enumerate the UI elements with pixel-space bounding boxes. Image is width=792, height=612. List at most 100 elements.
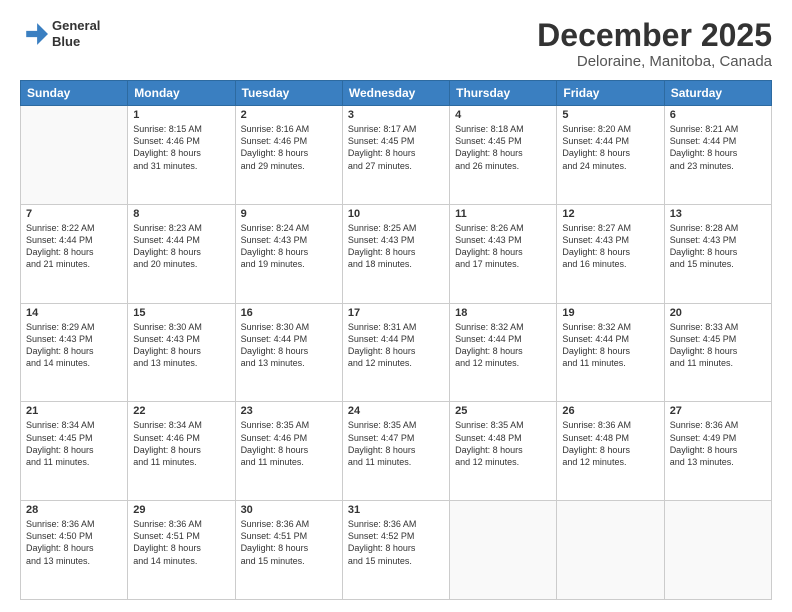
page: General Blue December 2025 Deloraine, Ma… [0, 0, 792, 612]
day-info: Sunrise: 8:16 AM Sunset: 4:46 PM Dayligh… [241, 123, 337, 172]
day-info: Sunrise: 8:34 AM Sunset: 4:45 PM Dayligh… [26, 419, 122, 468]
title-block: December 2025 Deloraine, Manitoba, Canad… [537, 18, 772, 70]
table-row: 24 Sunrise: 8:35 AM Sunset: 4:47 PM Dayli… [342, 402, 449, 501]
day-info: Sunrise: 8:17 AM Sunset: 4:45 PM Dayligh… [348, 123, 444, 172]
day-info: Sunrise: 8:27 AM Sunset: 4:43 PM Dayligh… [562, 222, 658, 271]
table-row: 30 Sunrise: 8:36 AM Sunset: 4:51 PM Dayli… [235, 501, 342, 600]
col-thursday: Thursday [450, 81, 557, 106]
day-number: 23 [241, 405, 337, 417]
day-number: 3 [348, 109, 444, 121]
day-info: Sunrise: 8:29 AM Sunset: 4:43 PM Dayligh… [26, 321, 122, 370]
day-info: Sunrise: 8:30 AM Sunset: 4:44 PM Dayligh… [241, 321, 337, 370]
calendar-week-row: 1 Sunrise: 8:15 AM Sunset: 4:46 PM Daylig… [21, 106, 772, 205]
day-info: Sunrise: 8:36 AM Sunset: 4:48 PM Dayligh… [562, 419, 658, 468]
day-info: Sunrise: 8:18 AM Sunset: 4:45 PM Dayligh… [455, 123, 551, 172]
day-number: 21 [26, 405, 122, 417]
table-row [557, 501, 664, 600]
day-number: 5 [562, 109, 658, 121]
day-number: 10 [348, 208, 444, 220]
table-row: 9 Sunrise: 8:24 AM Sunset: 4:43 PM Daylig… [235, 204, 342, 303]
table-row: 11 Sunrise: 8:26 AM Sunset: 4:43 PM Dayli… [450, 204, 557, 303]
table-row: 23 Sunrise: 8:35 AM Sunset: 4:46 PM Dayli… [235, 402, 342, 501]
table-row: 2 Sunrise: 8:16 AM Sunset: 4:46 PM Daylig… [235, 106, 342, 205]
table-row: 20 Sunrise: 8:33 AM Sunset: 4:45 PM Dayli… [664, 303, 771, 402]
table-row: 27 Sunrise: 8:36 AM Sunset: 4:49 PM Dayli… [664, 402, 771, 501]
day-number: 24 [348, 405, 444, 417]
day-info: Sunrise: 8:36 AM Sunset: 4:50 PM Dayligh… [26, 518, 122, 567]
col-saturday: Saturday [664, 81, 771, 106]
col-monday: Monday [128, 81, 235, 106]
day-number: 28 [26, 504, 122, 516]
day-info: Sunrise: 8:36 AM Sunset: 4:49 PM Dayligh… [670, 419, 766, 468]
day-info: Sunrise: 8:36 AM Sunset: 4:51 PM Dayligh… [133, 518, 229, 567]
table-row: 12Sunrise: 8:27 AM Sunset: 4:43 PM Dayli… [557, 204, 664, 303]
day-number: 8 [133, 208, 229, 220]
day-info: Sunrise: 8:33 AM Sunset: 4:45 PM Dayligh… [670, 321, 766, 370]
day-number: 9 [241, 208, 337, 220]
day-number: 1 [133, 109, 229, 121]
day-info: Sunrise: 8:22 AM Sunset: 4:44 PM Dayligh… [26, 222, 122, 271]
calendar-week-row: 14Sunrise: 8:29 AM Sunset: 4:43 PM Dayli… [21, 303, 772, 402]
table-row: 25Sunrise: 8:35 AM Sunset: 4:48 PM Dayli… [450, 402, 557, 501]
calendar-week-row: 28 Sunrise: 8:36 AM Sunset: 4:50 PM Dayli… [21, 501, 772, 600]
day-info: Sunrise: 8:26 AM Sunset: 4:43 PM Dayligh… [455, 222, 551, 271]
table-row [21, 106, 128, 205]
col-sunday: Sunday [21, 81, 128, 106]
day-number: 19 [562, 307, 658, 319]
table-row: 1 Sunrise: 8:15 AM Sunset: 4:46 PM Daylig… [128, 106, 235, 205]
table-row: 31Sunrise: 8:36 AM Sunset: 4:52 PM Dayli… [342, 501, 449, 600]
header: General Blue December 2025 Deloraine, Ma… [20, 18, 772, 70]
day-number: 30 [241, 504, 337, 516]
table-row: 14Sunrise: 8:29 AM Sunset: 4:43 PM Dayli… [21, 303, 128, 402]
day-info: Sunrise: 8:15 AM Sunset: 4:46 PM Dayligh… [133, 123, 229, 172]
day-number: 7 [26, 208, 122, 220]
table-row: 18Sunrise: 8:32 AM Sunset: 4:44 PM Dayli… [450, 303, 557, 402]
calendar-week-row: 7 Sunrise: 8:22 AM Sunset: 4:44 PM Daylig… [21, 204, 772, 303]
table-row: 17Sunrise: 8:31 AM Sunset: 4:44 PM Dayli… [342, 303, 449, 402]
table-row: 6Sunrise: 8:21 AM Sunset: 4:44 PM Daylig… [664, 106, 771, 205]
day-number: 20 [670, 307, 766, 319]
table-row: 13Sunrise: 8:28 AM Sunset: 4:43 PM Dayli… [664, 204, 771, 303]
day-number: 27 [670, 405, 766, 417]
logo: General Blue [20, 18, 100, 49]
day-info: Sunrise: 8:35 AM Sunset: 4:47 PM Dayligh… [348, 419, 444, 468]
col-friday: Friday [557, 81, 664, 106]
day-info: Sunrise: 8:35 AM Sunset: 4:46 PM Dayligh… [241, 419, 337, 468]
day-number: 17 [348, 307, 444, 319]
table-row: 29 Sunrise: 8:36 AM Sunset: 4:51 PM Dayli… [128, 501, 235, 600]
table-row: 15 Sunrise: 8:30 AM Sunset: 4:43 PM Dayli… [128, 303, 235, 402]
table-row [450, 501, 557, 600]
day-number: 29 [133, 504, 229, 516]
day-info: Sunrise: 8:32 AM Sunset: 4:44 PM Dayligh… [562, 321, 658, 370]
logo-icon [20, 20, 48, 48]
day-number: 31 [348, 504, 444, 516]
table-row: 28 Sunrise: 8:36 AM Sunset: 4:50 PM Dayli… [21, 501, 128, 600]
table-row: 4 Sunrise: 8:18 AM Sunset: 4:45 PM Daylig… [450, 106, 557, 205]
table-row: 19 Sunrise: 8:32 AM Sunset: 4:44 PM Dayli… [557, 303, 664, 402]
col-wednesday: Wednesday [342, 81, 449, 106]
day-number: 15 [133, 307, 229, 319]
calendar-table: Sunday Monday Tuesday Wednesday Thursday… [20, 80, 772, 600]
table-row: 10 Sunrise: 8:25 AM Sunset: 4:43 PM Dayli… [342, 204, 449, 303]
day-number: 2 [241, 109, 337, 121]
day-number: 18 [455, 307, 551, 319]
table-row [664, 501, 771, 600]
table-row: 5 Sunrise: 8:20 AM Sunset: 4:44 PM Daylig… [557, 106, 664, 205]
day-info: Sunrise: 8:36 AM Sunset: 4:51 PM Dayligh… [241, 518, 337, 567]
table-row: 26 Sunrise: 8:36 AM Sunset: 4:48 PM Dayli… [557, 402, 664, 501]
day-info: Sunrise: 8:28 AM Sunset: 4:43 PM Dayligh… [670, 222, 766, 271]
calendar-week-row: 21 Sunrise: 8:34 AM Sunset: 4:45 PM Dayli… [21, 402, 772, 501]
month-title: December 2025 [537, 18, 772, 53]
table-row: 8Sunrise: 8:23 AM Sunset: 4:44 PM Daylig… [128, 204, 235, 303]
logo-text: General Blue [52, 18, 100, 49]
day-number: 4 [455, 109, 551, 121]
day-info: Sunrise: 8:24 AM Sunset: 4:43 PM Dayligh… [241, 222, 337, 271]
day-info: Sunrise: 8:20 AM Sunset: 4:44 PM Dayligh… [562, 123, 658, 172]
location-title: Deloraine, Manitoba, Canada [537, 53, 772, 70]
day-number: 11 [455, 208, 551, 220]
table-row: 3 Sunrise: 8:17 AM Sunset: 4:45 PM Daylig… [342, 106, 449, 205]
day-info: Sunrise: 8:35 AM Sunset: 4:48 PM Dayligh… [455, 419, 551, 468]
day-info: Sunrise: 8:25 AM Sunset: 4:43 PM Dayligh… [348, 222, 444, 271]
day-number: 26 [562, 405, 658, 417]
day-info: Sunrise: 8:30 AM Sunset: 4:43 PM Dayligh… [133, 321, 229, 370]
